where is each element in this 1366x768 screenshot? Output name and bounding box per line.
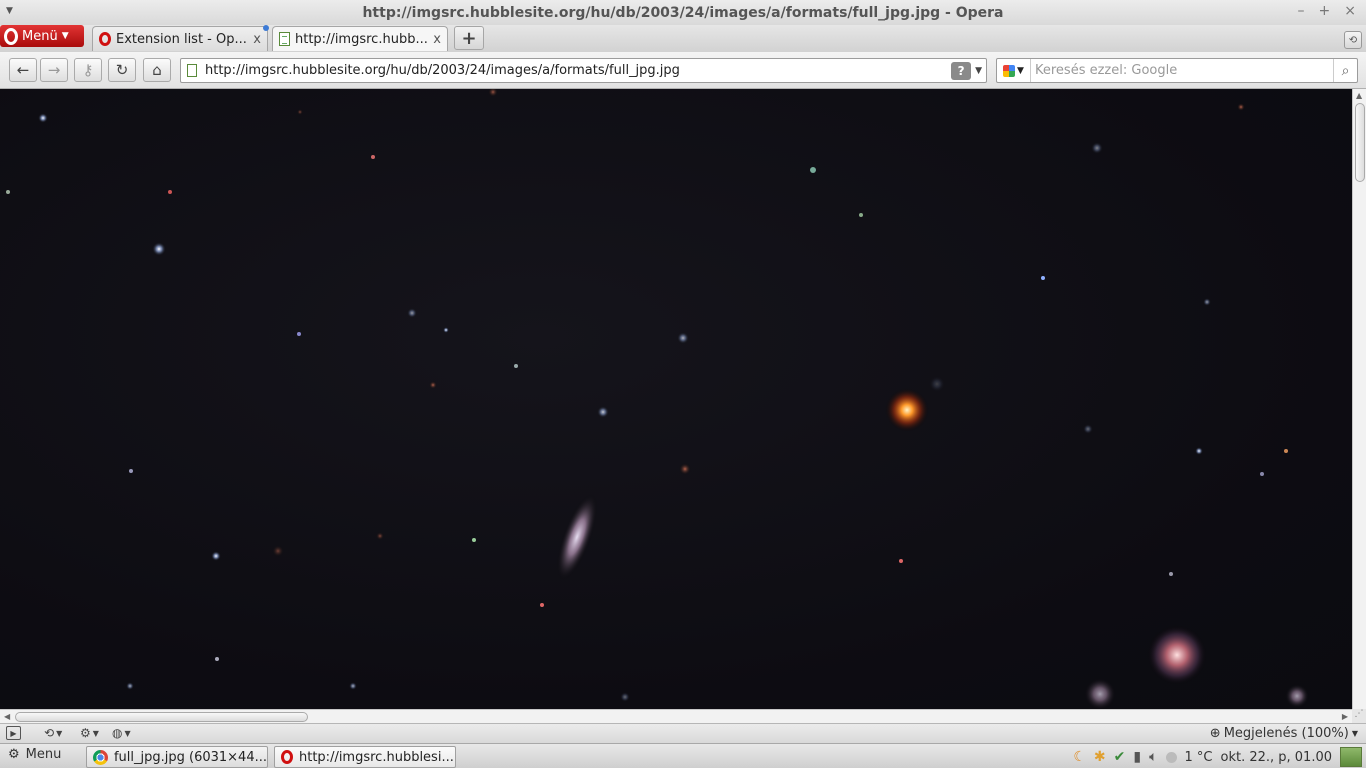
home-button[interactable]: ⌂ bbox=[143, 58, 171, 82]
zoom-control[interactable]: ⊕ Megjelenés (100%) ▼ bbox=[1210, 726, 1358, 741]
scroll-left-icon[interactable]: ◀ bbox=[4, 712, 10, 721]
minimize-button[interactable]: – bbox=[1298, 3, 1305, 19]
tab-close-button[interactable]: x bbox=[253, 32, 261, 47]
horizontal-scroll-thumb[interactable] bbox=[15, 712, 308, 722]
tab-image[interactable]: http://imgsrc.hubb... x bbox=[272, 26, 448, 51]
window-controls: – + × bbox=[1298, 3, 1356, 19]
arrow-left-icon: ← bbox=[16, 61, 30, 79]
arrow-right-icon: → bbox=[47, 61, 61, 79]
window-menu-icon[interactable]: ▼ bbox=[6, 6, 13, 16]
horizontal-scrollbar[interactable]: ◀ ▶ bbox=[0, 709, 1352, 723]
opera-logo-icon bbox=[4, 27, 18, 45]
turbo-icon: ◍ bbox=[112, 726, 123, 740]
taskbar-item-label: full_jpg.jpg (6031×44... bbox=[113, 749, 267, 765]
start-menu-label: Menu bbox=[25, 747, 62, 762]
signal-icon[interactable]: ▮ bbox=[1133, 749, 1141, 765]
start-menu-button[interactable]: ⚙ Menu bbox=[8, 747, 61, 762]
turbo-button[interactable]: ◍ ▼ bbox=[112, 726, 131, 740]
update-icon[interactable]: ☾ bbox=[1073, 749, 1086, 765]
temperature-label[interactable]: 1 °C bbox=[1185, 750, 1213, 765]
google-icon bbox=[1003, 64, 1016, 77]
chrome-icon bbox=[93, 749, 108, 765]
tab-extension-list[interactable]: Extension list - Op... x bbox=[92, 26, 268, 51]
system-tray: ☾ ✱ ✔ ▮ 🔈︎ 1 °C okt. 22., p, 01.00 bbox=[1073, 746, 1366, 768]
unite-button[interactable]: ⚙ ▼ bbox=[80, 726, 99, 740]
tab-bar: Menü ▼ Extension list - Op... x http://i… bbox=[0, 25, 1366, 52]
panel-toggle-button[interactable]: ▶ bbox=[6, 726, 21, 740]
taskbar-item-opera[interactable]: http://imgsrc.hubblesi... bbox=[274, 746, 456, 768]
chevron-down-icon: ▼ bbox=[56, 728, 63, 738]
scroll-right-icon[interactable]: ▶ bbox=[1342, 712, 1348, 721]
sync-icon: ⟲ bbox=[44, 726, 55, 740]
vertical-scroll-thumb[interactable] bbox=[1355, 103, 1365, 182]
opera-icon bbox=[99, 32, 111, 46]
taskbar-item-label: http://imgsrc.hubblesi... bbox=[299, 749, 454, 765]
address-bar[interactable]: http://imgsrc.hubblesite.org/hu/db/2003/… bbox=[180, 58, 987, 83]
lightbulb-icon[interactable]: ✱ bbox=[1094, 749, 1106, 765]
zoom-label: Megjelenés (100%) bbox=[1223, 726, 1349, 741]
forward-button[interactable]: → bbox=[40, 58, 68, 82]
close-window-button[interactable]: × bbox=[1344, 3, 1356, 19]
new-tab-button[interactable]: + bbox=[454, 26, 484, 50]
edge-on-galaxy bbox=[556, 493, 598, 581]
spiral-galaxy bbox=[1147, 625, 1207, 685]
opera-menu-button[interactable]: Menü ▼ bbox=[0, 25, 84, 47]
show-desktop-button[interactable] bbox=[1340, 747, 1362, 767]
chevron-down-icon: ▼ bbox=[1017, 65, 1024, 76]
reload-button[interactable]: ↻ bbox=[108, 58, 136, 82]
page-icon bbox=[279, 32, 290, 46]
image-viewport[interactable] bbox=[0, 89, 1352, 709]
search-input[interactable] bbox=[1031, 63, 1333, 78]
resize-corner: ⋰ bbox=[1352, 709, 1366, 723]
search-engine-selector[interactable]: ▼ bbox=[997, 59, 1031, 82]
orange-galaxy bbox=[885, 388, 929, 432]
tab-close-button[interactable]: x bbox=[433, 32, 441, 47]
tab-indicator-dot bbox=[263, 25, 269, 31]
taskbar-item-chrome[interactable]: full_jpg.jpg (6031×44... bbox=[86, 746, 268, 768]
taskbar: ⚙ Menu full_jpg.jpg (6031×44... http://i… bbox=[0, 743, 1366, 768]
window-titlebar: ▼ http://imgsrc.hubblesite.org/hu/db/200… bbox=[0, 0, 1366, 25]
network-icon: ⚙ bbox=[80, 726, 91, 740]
volume-icon[interactable]: 🔈︎ bbox=[1149, 749, 1157, 765]
search-box[interactable]: ▼ ⌕ bbox=[996, 58, 1358, 83]
chevron-down-icon: ▼ bbox=[1351, 729, 1358, 738]
search-icon[interactable]: ⌕ bbox=[1333, 59, 1357, 82]
panel-icon: ▶ bbox=[6, 726, 21, 740]
help-icon[interactable]: ? bbox=[951, 61, 972, 80]
vertical-scrollbar[interactable]: ▲ bbox=[1352, 89, 1366, 709]
tab-label: Extension list - Op... bbox=[116, 31, 247, 47]
reload-icon: ↻ bbox=[115, 61, 129, 79]
chevron-down-icon[interactable]: ▼ bbox=[975, 66, 982, 76]
scroll-up-icon[interactable]: ▲ bbox=[1356, 91, 1362, 100]
opera-icon bbox=[281, 750, 293, 764]
chevron-down-icon: ▼ bbox=[61, 31, 69, 41]
maximize-button[interactable]: + bbox=[1319, 3, 1331, 19]
zoom-icon: ⊕ bbox=[1209, 726, 1221, 741]
chevron-down-icon: ▼ bbox=[124, 728, 131, 738]
opera-menu-label: Menü bbox=[22, 28, 58, 44]
shield-check-icon[interactable]: ✔ bbox=[1114, 749, 1126, 765]
clock-label[interactable]: okt. 22., p, 01.00 bbox=[1220, 750, 1332, 765]
sync-button[interactable]: ⟲ ▼ bbox=[44, 726, 62, 740]
status-bar: ▶ ⟲ ▼ ⚙ ▼ ◍ ▼ ⊕ Megjelenés (100%) ▼ bbox=[0, 723, 1366, 743]
hubble-image bbox=[6, 89, 1309, 709]
address-text[interactable]: http://imgsrc.hubblesite.org/hu/db/2003/… bbox=[205, 63, 951, 78]
tab-label: http://imgsrc.hubb... bbox=[295, 31, 428, 47]
trash-icon[interactable]: ⟲ bbox=[1344, 31, 1362, 49]
gear-icon: ⚙ bbox=[8, 747, 20, 762]
wand-button[interactable]: ⚷ bbox=[74, 58, 102, 82]
weather-icon bbox=[1165, 751, 1177, 763]
page-icon bbox=[187, 64, 197, 77]
chevron-down-icon: ▼ bbox=[92, 728, 99, 738]
back-button[interactable]: ← bbox=[9, 58, 37, 82]
navigation-toolbar: ← → ⚷ ↻ ⌂ http://imgsrc.hubblesite.org/h… bbox=[0, 52, 1366, 89]
home-icon: ⌂ bbox=[152, 61, 162, 79]
window-title: http://imgsrc.hubblesite.org/hu/db/2003/… bbox=[362, 4, 1004, 21]
key-icon: ⚷ bbox=[82, 61, 94, 79]
